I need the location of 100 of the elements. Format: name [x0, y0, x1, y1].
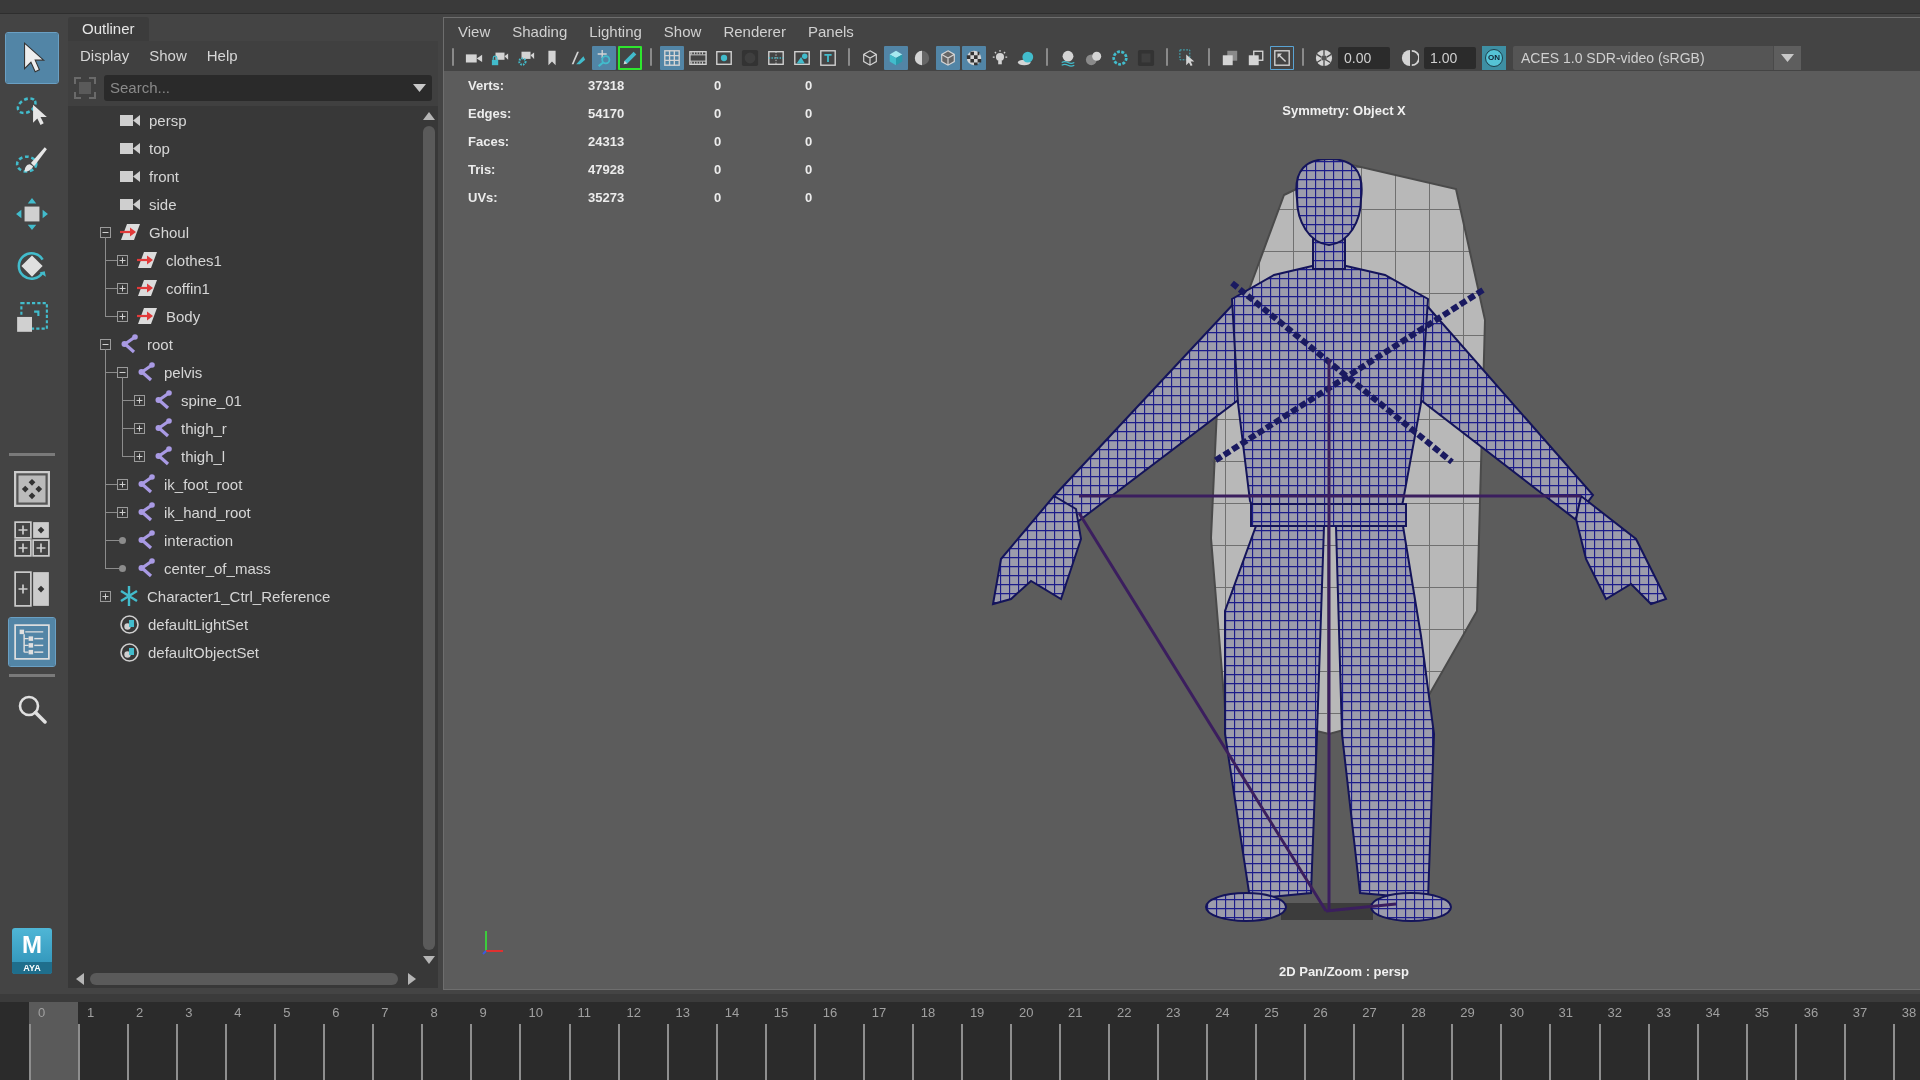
timeline-frame[interactable]: 3: [176, 1002, 226, 1080]
timeline-frame[interactable]: 16: [813, 1002, 863, 1080]
expand-icon[interactable]: [134, 450, 145, 462]
timeline-frame[interactable]: 24: [1206, 1002, 1256, 1080]
framed-diagonal-button[interactable]: [1270, 45, 1294, 70]
outliner-item[interactable]: spine_01: [181, 391, 242, 409]
expand-icon[interactable]: [117, 506, 128, 518]
timeline-frame[interactable]: 11: [568, 1002, 618, 1080]
outliner-item[interactable]: thigh_r: [181, 419, 227, 437]
search-options-button[interactable]: [406, 74, 432, 101]
timeline-frame[interactable]: 25: [1255, 1002, 1305, 1080]
frame-number: 23: [1166, 1005, 1181, 1020]
color-management-toggle[interactable]: ON: [1482, 45, 1506, 70]
outliner-item[interactable]: Ghoul: [149, 223, 190, 241]
timeline-frame[interactable]: 20: [1009, 1002, 1059, 1080]
timeline-frame[interactable]: 21: [1059, 1002, 1109, 1080]
timeline-frame[interactable]: 34: [1696, 1002, 1746, 1080]
timeline-frame[interactable]: 5: [274, 1002, 324, 1080]
timeline-frame[interactable]: 36: [1794, 1002, 1844, 1080]
timeline-frame[interactable]: 7: [372, 1002, 422, 1080]
outliner-item[interactable]: top: [149, 139, 170, 157]
outliner-item[interactable]: root: [147, 335, 173, 353]
select-arrow-tool-button[interactable]: [6, 33, 58, 83]
timeline-frame[interactable]: 13: [666, 1002, 716, 1080]
menu-item[interactable]: Show: [652, 19, 713, 43]
collapse-icon[interactable]: [100, 338, 111, 350]
gamma-field[interactable]: 1.00: [1424, 46, 1476, 69]
timeline-frame[interactable]: 37: [1843, 1002, 1893, 1080]
timeline-frame[interactable]: 4: [225, 1002, 275, 1080]
timeline-frame[interactable]: 18: [911, 1002, 961, 1080]
outliner-item[interactable]: defaultObjectSet: [148, 643, 259, 661]
timeline-frame[interactable]: 33: [1647, 1002, 1697, 1080]
expand-icon[interactable]: [100, 590, 111, 602]
outliner-item[interactable]: center_of_mass: [164, 559, 271, 577]
menu-item[interactable]: Panels: [796, 19, 865, 43]
outliner-item[interactable]: pelvis: [164, 363, 203, 381]
frame-number: 27: [1362, 1005, 1377, 1020]
timeline-frame[interactable]: 19: [960, 1002, 1010, 1080]
timeline-frame[interactable]: 27: [1353, 1002, 1403, 1080]
grid-button[interactable]: [660, 45, 684, 70]
menu-item[interactable]: Help: [196, 43, 248, 67]
timeline-frame[interactable]: 17: [862, 1002, 912, 1080]
outliner-item[interactable]: Body: [166, 307, 201, 325]
wireframe-shaded-cube-button[interactable]: [936, 45, 960, 70]
outliner-item[interactable]: side: [149, 195, 177, 213]
menu-item[interactable]: Display: [70, 43, 140, 67]
timeline-frame[interactable]: 22: [1108, 1002, 1158, 1080]
expand-icon[interactable]: [117, 478, 128, 490]
timeline-frame[interactable]: 14: [715, 1002, 765, 1080]
timeline-frame[interactable]: 30: [1500, 1002, 1550, 1080]
exposure-field[interactable]: 0.00: [1338, 46, 1390, 69]
menu-item[interactable]: View: [447, 19, 502, 43]
timeline-frame[interactable]: 6: [323, 1002, 373, 1080]
timeline-frame[interactable]: 29: [1451, 1002, 1501, 1080]
search-field[interactable]: Search...: [104, 74, 406, 101]
expand-icon[interactable]: [134, 422, 145, 434]
outliner-item[interactable]: thigh_l: [181, 447, 226, 465]
checker-sphere-button[interactable]: [962, 45, 986, 70]
timeline-frame[interactable]: 31: [1549, 1002, 1599, 1080]
timeline-frame[interactable]: 32: [1598, 1002, 1648, 1080]
timeline-frame[interactable]: 1: [78, 1002, 128, 1080]
outliner-item[interactable]: clothes1: [166, 251, 222, 269]
timeline-frame[interactable]: 9: [470, 1002, 520, 1080]
expand-icon[interactable]: [134, 394, 145, 406]
frame-number: 11: [577, 1005, 591, 1020]
timeline-frame[interactable]: 26: [1304, 1002, 1354, 1080]
collapse-icon[interactable]: [100, 226, 111, 238]
menu-item[interactable]: Show: [139, 43, 197, 67]
timeline-frame[interactable]: 23: [1157, 1002, 1207, 1080]
outliner-item[interactable]: ik_foot_root: [164, 475, 243, 493]
outliner-item[interactable]: persp: [149, 111, 187, 129]
outliner-item[interactable]: front: [149, 167, 179, 185]
menu-item[interactable]: Renderer: [712, 19, 797, 43]
menu-item[interactable]: Shading: [501, 19, 579, 43]
tree-list-layout-button[interactable]: [9, 618, 55, 666]
timeline-frame[interactable]: 28: [1402, 1002, 1452, 1080]
timeline-frame[interactable]: 12: [617, 1002, 667, 1080]
pencil-button[interactable]: [618, 45, 642, 70]
timeline-frame[interactable]: 15: [764, 1002, 814, 1080]
collapse-icon[interactable]: [117, 366, 128, 378]
expand-icon[interactable]: [117, 310, 128, 322]
menu-item[interactable]: Lighting: [578, 19, 653, 43]
timeline-frame[interactable]: 2: [127, 1002, 177, 1080]
timeline-frame[interactable]: 10: [519, 1002, 569, 1080]
outliner-tab[interactable]: Outliner: [68, 17, 149, 41]
timeline-frame[interactable]: 38: [1892, 1002, 1920, 1080]
shaded-cube-button[interactable]: [884, 45, 908, 70]
outliner-item[interactable]: interaction: [164, 531, 234, 549]
view-transform-dropdown[interactable]: ACES 1.0 SDR-video (sRGB): [1513, 45, 1801, 70]
frame-number: 31: [1558, 1005, 1573, 1020]
stat-value: 54170: [588, 105, 626, 121]
outliner-item[interactable]: Character1_Ctrl_Reference: [147, 587, 331, 605]
outliner-item[interactable]: coffin1: [166, 279, 210, 297]
outliner-item[interactable]: ik_hand_root: [164, 503, 251, 521]
move-magnifier-button[interactable]: [592, 45, 616, 70]
timeline-frame[interactable]: 8: [421, 1002, 471, 1080]
timeline-frame[interactable]: 35: [1745, 1002, 1795, 1080]
outliner-item[interactable]: defaultLightSet: [148, 615, 249, 633]
expand-icon[interactable]: [117, 282, 128, 294]
expand-icon[interactable]: [117, 254, 128, 266]
